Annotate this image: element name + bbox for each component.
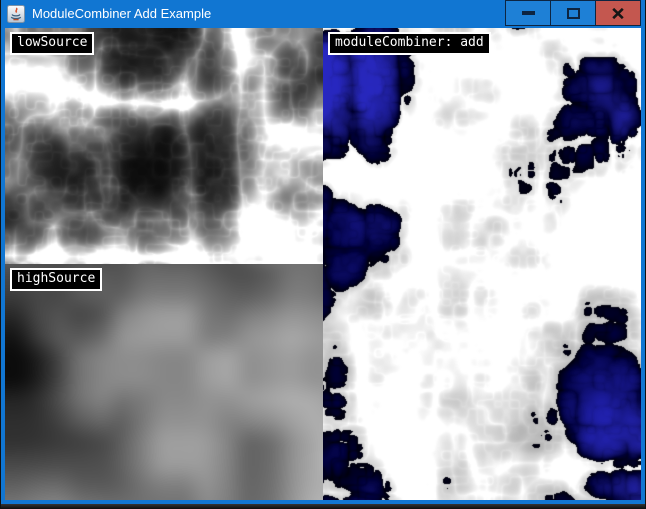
close-button[interactable] xyxy=(595,0,641,26)
left-column: lowSource highSource xyxy=(5,28,323,500)
low-source-label: lowSource xyxy=(10,32,94,55)
content-area: lowSource highSource moduleCombiner: add xyxy=(1,28,645,504)
window-controls xyxy=(505,0,641,28)
panel-low-source: lowSource xyxy=(5,28,323,264)
window-title: ModuleCombiner Add Example xyxy=(32,0,505,28)
titlebar[interactable]: ModuleCombiner Add Example xyxy=(1,0,645,28)
module-combiner-label: moduleCombiner: add xyxy=(328,32,491,55)
java-coffee-cup-icon xyxy=(7,5,25,23)
panel-module-combiner: moduleCombiner: add xyxy=(323,28,641,500)
maximize-button[interactable] xyxy=(550,0,596,26)
window-shadow xyxy=(1,504,645,509)
maximize-icon xyxy=(567,8,580,19)
panel-high-source: highSource xyxy=(5,264,323,500)
screen: ModuleCombiner Add Example xyxy=(0,0,646,509)
minimize-icon xyxy=(522,11,535,15)
low-source-canvas xyxy=(5,28,323,264)
high-source-label: highSource xyxy=(10,268,102,291)
module-combiner-canvas xyxy=(323,28,641,500)
close-icon xyxy=(612,8,624,19)
minimize-button[interactable] xyxy=(505,0,551,26)
app-window: ModuleCombiner Add Example xyxy=(1,0,645,504)
high-source-canvas xyxy=(5,264,323,500)
